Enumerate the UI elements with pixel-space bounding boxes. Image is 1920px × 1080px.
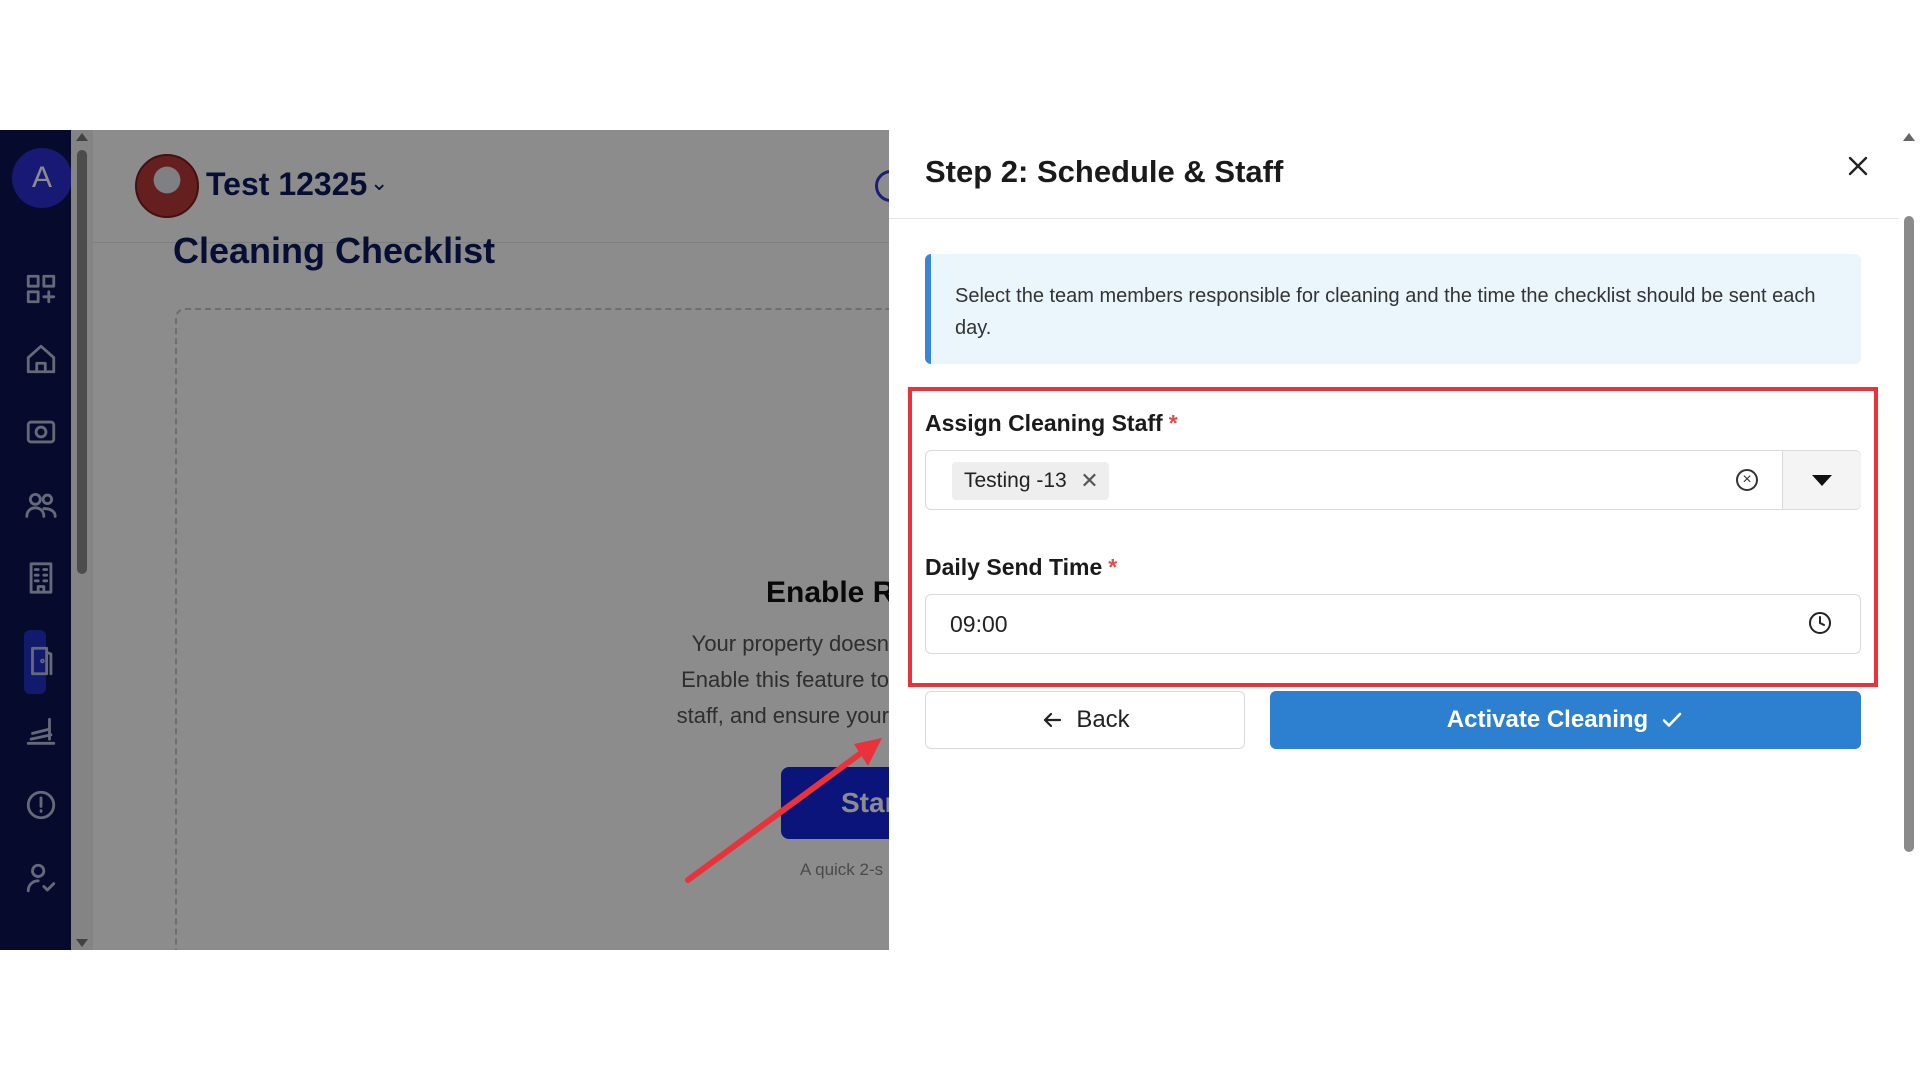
time-label-text: Daily Send Time: [925, 554, 1103, 580]
close-icon: [1848, 156, 1868, 176]
drawer-header: Step 2: Schedule & Staff: [889, 130, 1899, 219]
drawer-title: Step 2: Schedule & Staff: [925, 154, 1284, 189]
scroll-up-arrow-icon[interactable]: [1903, 133, 1915, 141]
drawer-scrollbar[interactable]: [1899, 130, 1920, 950]
caret-down-icon: [1812, 474, 1832, 486]
staff-field-label: Assign Cleaning Staff *: [925, 410, 1178, 437]
daily-send-time-input[interactable]: [925, 594, 1861, 654]
staff-label-text: Assign Cleaning Staff: [925, 410, 1163, 436]
arrow-left-icon: [1044, 712, 1062, 728]
clear-selection-icon[interactable]: ×: [1736, 469, 1758, 491]
dropdown-toggle-button[interactable]: [1782, 451, 1861, 509]
selected-staff-chip: Testing -13 ✕: [952, 462, 1109, 500]
required-mark: *: [1108, 554, 1118, 580]
required-mark: *: [1168, 410, 1178, 436]
info-callout: Select the team members responsible for …: [925, 254, 1861, 364]
schedule-staff-drawer: Step 2: Schedule & Staff Select the team…: [889, 130, 1899, 950]
chip-label: Testing -13: [964, 469, 1067, 492]
activate-button-label: Activate Cleaning: [1446, 706, 1649, 733]
activate-cleaning-button[interactable]: Activate Cleaning: [1270, 691, 1861, 749]
scrollbar-thumb[interactable]: [1904, 216, 1914, 852]
annotation-arrow-icon: [685, 738, 882, 883]
chip-remove-icon[interactable]: ✕: [1080, 462, 1098, 500]
close-button[interactable]: [1840, 148, 1876, 184]
back-button[interactable]: Back: [925, 691, 1245, 749]
staff-multiselect[interactable]: Testing -13 ✕ ×: [925, 450, 1861, 510]
check-icon: [1662, 712, 1682, 727]
back-button-label: Back: [1076, 706, 1130, 733]
app-window: A Test 12325 ⌄ Cleaning Checklist Enable…: [0, 130, 1920, 950]
time-field-label: Daily Send Time *: [925, 554, 1117, 581]
clock-icon[interactable]: [1808, 611, 1832, 635]
